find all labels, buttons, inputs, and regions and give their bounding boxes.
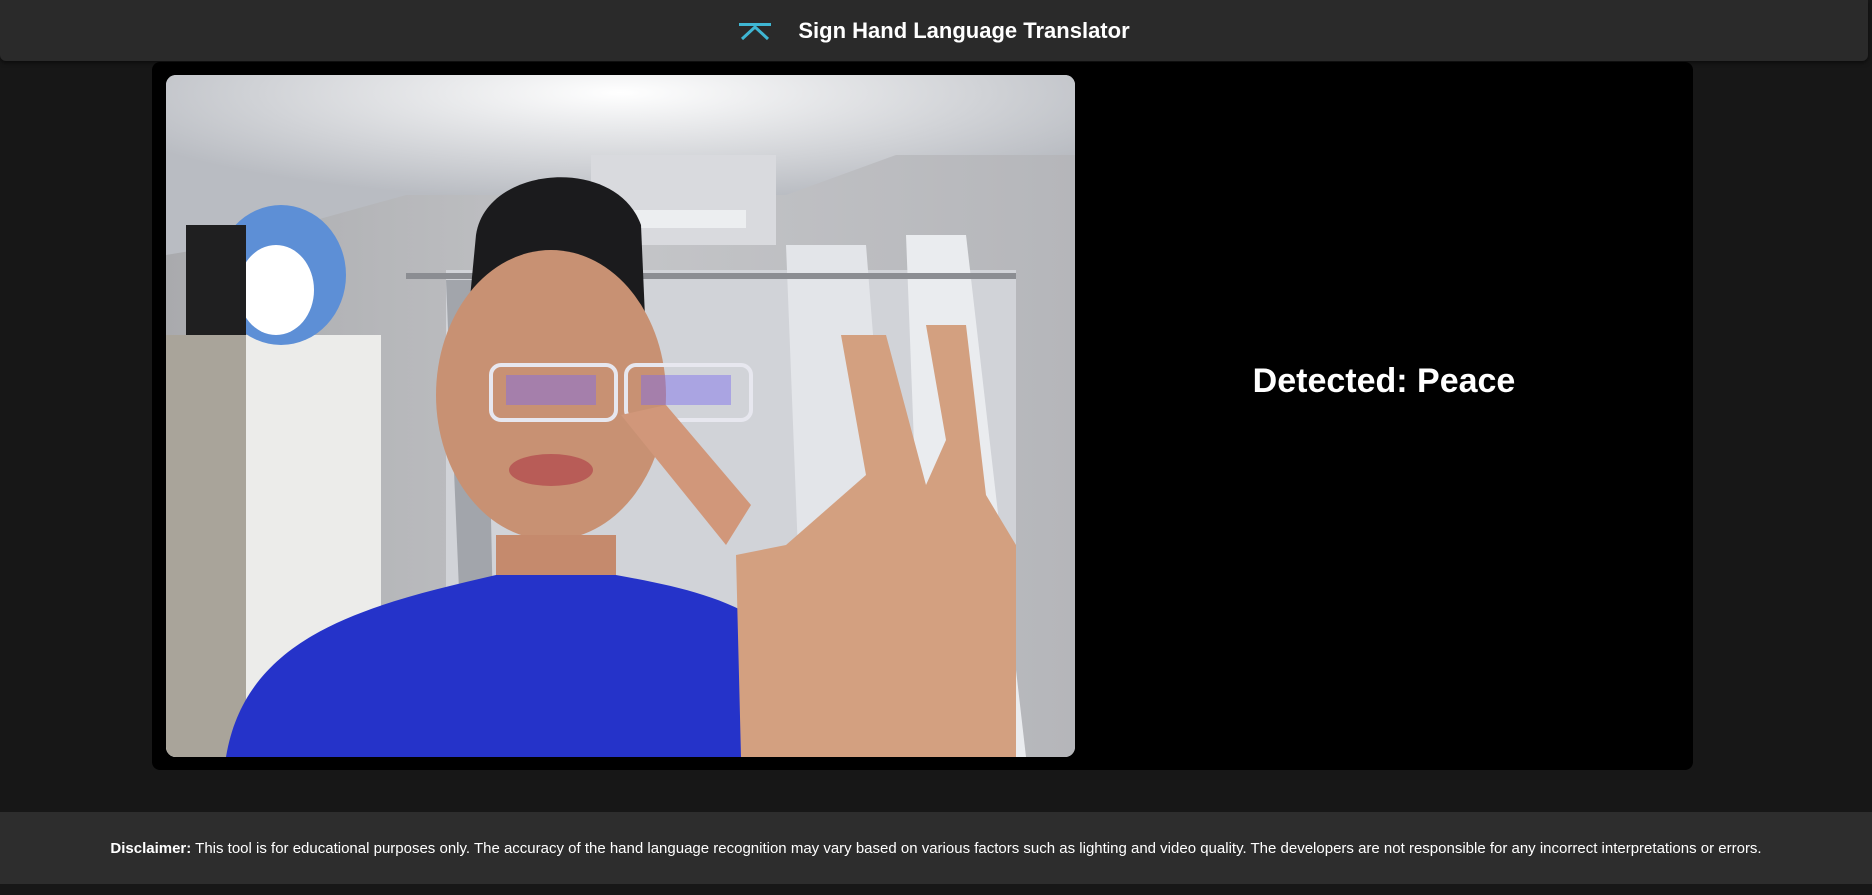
app-title: Sign Hand Language Translator [798,17,1130,43]
disclaimer-label: Disclaimer: [110,839,192,857]
brand: Sign Hand Language Translator [738,17,1130,44]
detection-result-area: Detected: Peace [1075,62,1693,770]
detected-gesture-label: Detected: Peace [1252,361,1516,400]
disclaimer-body: This tool is for educational purposes on… [195,839,1762,857]
header-bar: Sign Hand Language Translator [0,0,1868,61]
footer-disclaimer: Disclaimer: This tool is for educational… [0,812,1872,884]
main-panel: Detected: Peace [152,62,1693,770]
hand-sign-logo-icon [739,22,772,40]
webcam-video-feed [166,75,1075,757]
disclaimer-text: Disclaimer: This tool is for educational… [110,840,1761,857]
webcam-image [166,75,1075,757]
